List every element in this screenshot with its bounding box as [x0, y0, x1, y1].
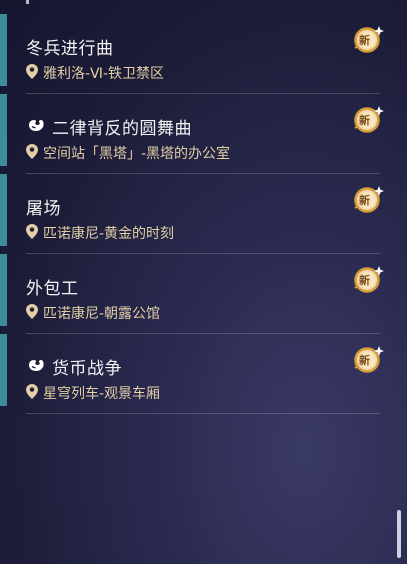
mission-row[interactable]: 屠场匹诺康尼-黄金的时刻 新: [0, 174, 384, 254]
location-pin-icon: [26, 223, 38, 243]
row-accent-bar: [0, 174, 7, 246]
mission-row[interactable]: 外包工匹诺康尼-朝露公馆 新: [0, 254, 384, 334]
row-divider: [26, 413, 380, 414]
mission-title: 外包工: [26, 279, 79, 299]
mission-location-wrap: 匹诺康尼-朝露公馆: [26, 303, 160, 323]
location-pin-icon: [26, 63, 38, 83]
new-badge: 新: [352, 344, 386, 374]
new-badge: 新: [352, 24, 386, 54]
mission-title-wrap: 冬兵进行曲: [26, 34, 114, 59]
mission-title-wrap: 货币战争: [26, 354, 122, 379]
scrollbar-thumb[interactable]: [397, 510, 401, 558]
mission-title: 货币战争: [52, 359, 122, 379]
mission-location-wrap: 匹诺康尼-黄金的时刻: [26, 223, 174, 243]
new-badge: 新: [352, 104, 386, 134]
new-badge-label: 新: [359, 194, 370, 207]
mission-title: 二律背反的圆舞曲: [52, 119, 192, 139]
mission-row[interactable]: 冬兵进行曲雅利洛-Ⅵ-铁卫禁区 新: [0, 14, 384, 94]
row-accent-bar: [0, 254, 7, 326]
row-accent-bar: [0, 14, 7, 86]
location-pin-icon: [26, 383, 38, 403]
mission-location: 匹诺康尼-朝露公馆: [43, 306, 161, 322]
mission-title: 屠场: [26, 199, 61, 219]
mission-location: 星穹列车-观景车厢: [43, 386, 161, 402]
new-badge-label: 新: [359, 354, 370, 367]
mission-row[interactable]: 二律背反的圆舞曲空间站「黑塔」-黑塔的办公室 新: [0, 94, 384, 174]
location-pin-icon: [26, 303, 38, 323]
row-accent-bar: [0, 94, 7, 166]
new-badge: 新: [352, 264, 386, 294]
mission-location-wrap: 雅利洛-Ⅵ-铁卫禁区: [26, 63, 164, 83]
row-accent-bar: [0, 334, 7, 406]
mission-location: 雅利洛-Ⅵ-铁卫禁区: [43, 66, 165, 82]
new-badge-label: 新: [359, 34, 370, 47]
mission-title: 冬兵进行曲: [26, 39, 114, 59]
new-badge-label: 新: [359, 114, 370, 127]
mission-title-wrap: 外包工: [26, 274, 79, 299]
mission-location-wrap: 星穹列车-观景车厢: [26, 383, 160, 403]
mission-location-wrap: 空间站「黑塔」-黑塔的办公室: [26, 143, 230, 163]
location-pin-icon: [26, 143, 38, 163]
new-badge-label: 新: [359, 274, 370, 287]
mission-title-wrap: 二律背反的圆舞曲: [26, 114, 192, 139]
new-badge: 新: [352, 184, 386, 214]
mission-row[interactable]: 货币战争星穹列车-观景车厢 新: [0, 334, 384, 414]
puzzle-icon: [26, 355, 46, 379]
top-dot: [26, 0, 29, 4]
mission-title-wrap: 屠场: [26, 194, 61, 219]
mission-location: 匹诺康尼-黄金的时刻: [43, 226, 175, 242]
mission-location: 空间站「黑塔」-黑塔的办公室: [43, 146, 231, 162]
puzzle-icon: [26, 115, 46, 139]
